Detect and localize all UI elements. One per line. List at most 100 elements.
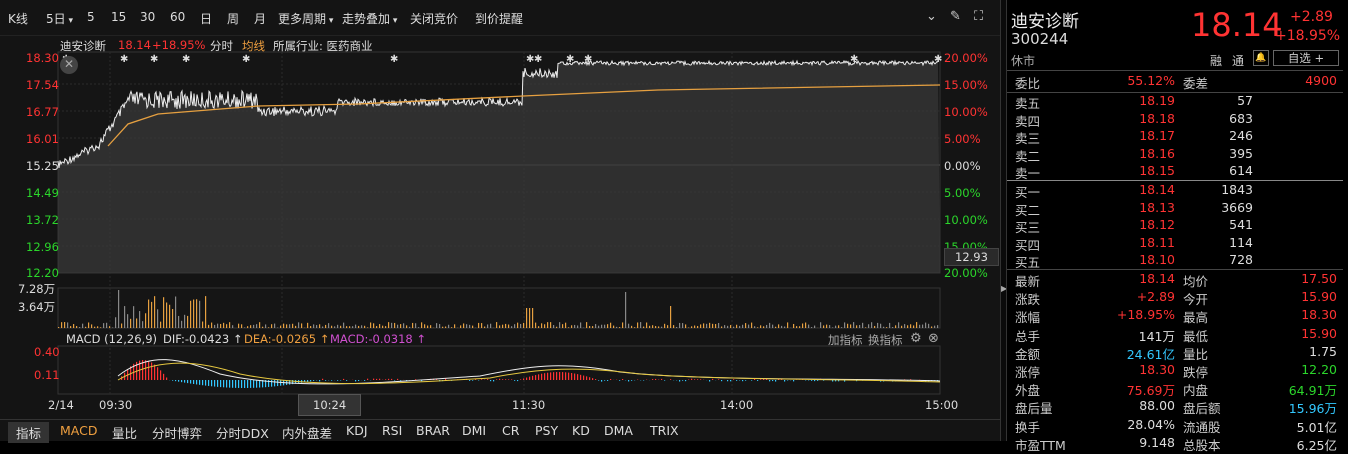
volume-bar <box>58 327 59 328</box>
limit-marker: ✱ <box>242 54 250 65</box>
tab-5min[interactable]: 5 <box>87 10 95 24</box>
volume-bar <box>886 327 887 328</box>
close-auction-button[interactable]: 关闭竞价 <box>410 10 458 27</box>
tab-30min[interactable]: 30 <box>140 10 155 24</box>
sell-level-label: 卖三 <box>1015 128 1040 147</box>
tab-brar[interactable]: BRAR <box>416 423 450 438</box>
volume-bar <box>577 325 578 328</box>
bell-icon[interactable]: 🔔 <box>1253 50 1269 66</box>
tab-fenshi-boyi[interactable]: 分时博弈 <box>152 423 202 442</box>
macd-bar <box>274 380 275 386</box>
limit-marker: ✱ <box>390 54 398 65</box>
more-periods-dropdown[interactable]: 更多周期 ▾ <box>278 10 333 27</box>
tab-5day[interactable]: 5日 ▾ <box>46 10 73 27</box>
close-circle-icon[interactable]: ⊗ <box>928 331 939 346</box>
macd-bar <box>166 377 167 380</box>
macd-bar <box>538 374 539 380</box>
tab-dma[interactable]: DMA <box>604 423 633 438</box>
volume-bar <box>880 324 881 328</box>
stat-value: 18.30 <box>1139 362 1175 377</box>
volume-bar <box>838 325 839 328</box>
stat-value: 5.01亿 <box>1297 417 1337 436</box>
macd-bar <box>271 380 272 387</box>
tab-neiwaipan[interactable]: 内外盘差 <box>282 423 332 442</box>
tab-kdj[interactable]: KDJ <box>346 423 368 438</box>
stat-label: 最低 <box>1183 326 1208 345</box>
intraday-chart[interactable]: ✱✱✱✱✱✱✱✱✱✱✱✱ <box>0 36 1000 420</box>
volume-bar <box>916 322 917 328</box>
macd-bar <box>580 375 581 380</box>
volume-bar <box>706 324 707 328</box>
volume-bar <box>721 326 722 328</box>
price-alert-button[interactable]: 到价提醒 <box>475 10 523 27</box>
tab-5day-label: 5日 <box>46 12 66 26</box>
macd-bar <box>232 380 233 388</box>
tab-kd[interactable]: KD <box>572 423 590 438</box>
tab-rsi[interactable]: RSI <box>382 423 402 438</box>
tab-day[interactable]: 日 <box>200 10 212 27</box>
last-price: 18.14 <box>1191 6 1283 44</box>
overlay-dropdown[interactable]: 走势叠加 ▾ <box>342 10 397 27</box>
tab-15min[interactable]: 15 <box>111 10 126 24</box>
tab-kline[interactable]: K线 <box>8 10 28 27</box>
add-indicator-button[interactable]: 加指标 <box>828 332 863 348</box>
tab-psy[interactable]: PSY <box>535 423 558 438</box>
price-axis-label: 18.30 <box>26 51 59 65</box>
tab-cr[interactable]: CR <box>502 423 519 438</box>
macd-bar <box>631 380 632 381</box>
weibi-label: 委比 <box>1015 73 1040 92</box>
tab-junxian[interactable]: 均线 <box>242 38 265 54</box>
volume-bar <box>157 309 158 328</box>
sell-row: 卖五18.1957 <box>1007 93 1343 112</box>
brush-icon[interactable]: ✎ <box>950 9 961 24</box>
macd-bar <box>472 380 473 381</box>
buy-volume: 541 <box>1229 217 1253 232</box>
sell-volume: 57 <box>1237 93 1253 108</box>
add-watchlist-button[interactable]: 自选 + <box>1273 50 1339 66</box>
macd-bar <box>187 380 188 383</box>
volume-bar <box>247 326 248 328</box>
volume-bar <box>517 323 518 328</box>
limit-marker: ✱ <box>934 54 942 65</box>
macd-bar <box>670 379 671 380</box>
close-icon[interactable]: ✕ <box>60 56 78 74</box>
volume-bar <box>220 324 221 328</box>
change-indicator-button[interactable]: 换指标 <box>868 332 903 348</box>
stat-label: 涨跌 <box>1015 289 1040 308</box>
tab-month[interactable]: 月 <box>254 10 266 27</box>
volume-bar <box>598 326 599 328</box>
gear-icon[interactable]: ⚙ <box>910 331 922 346</box>
tab-fenshi-ddx[interactable]: 分时DDX <box>216 423 269 442</box>
volume-bar <box>472 326 473 328</box>
tab-week[interactable]: 周 <box>227 10 239 27</box>
volume-bar <box>358 326 359 328</box>
volume-bar <box>901 326 902 328</box>
volume-bar <box>844 322 845 328</box>
chevron-down-circle-icon[interactable]: ⌄ <box>926 9 937 24</box>
volume-bar <box>133 306 134 328</box>
tab-macd[interactable]: MACD <box>60 423 97 438</box>
buy-row: 买四18.11114 <box>1007 235 1343 254</box>
volume-bar <box>691 326 692 328</box>
macd-bar <box>493 380 494 381</box>
tab-trix[interactable]: TRIX <box>650 423 679 438</box>
tab-liangbi[interactable]: 量比 <box>112 423 137 442</box>
volume-bar <box>496 322 497 328</box>
quote-panel: 迪安诊断 300244 休市 18.14 +2.89 +18.95% 融 通 🔔… <box>1006 0 1348 441</box>
stat-row: 换手28.04%流通股5.01亿 <box>1007 417 1343 436</box>
tab-60min[interactable]: 60 <box>170 10 185 24</box>
tab-indicator[interactable]: 指标 <box>8 422 49 443</box>
tab-dmi[interactable]: DMI <box>462 423 486 438</box>
volume-bar <box>292 324 293 328</box>
tab-fenshi[interactable]: 分时 <box>210 38 233 54</box>
volume-bar <box>448 325 449 328</box>
sell-price: 18.19 <box>1139 93 1175 108</box>
pct-axis-label: 5.00% <box>944 186 981 200</box>
volume-bar <box>88 322 89 328</box>
macd-bar <box>520 379 521 380</box>
volume-bar <box>376 326 377 328</box>
buy-row: 买三18.12541 <box>1007 217 1343 236</box>
volume-bar <box>142 321 143 328</box>
expand-icon[interactable]: ⛶ <box>974 9 983 24</box>
volume-bar <box>529 308 530 328</box>
